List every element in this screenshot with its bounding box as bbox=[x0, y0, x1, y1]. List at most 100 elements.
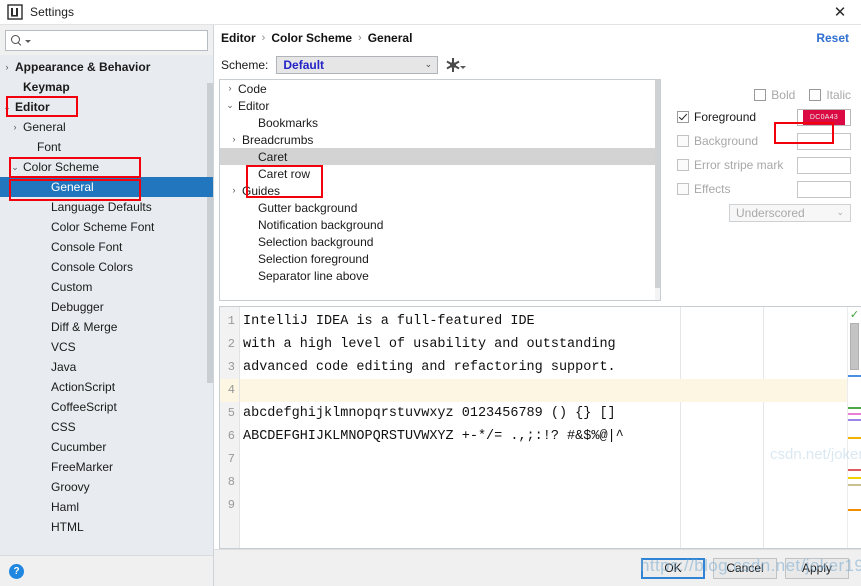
ok-button[interactable]: OK bbox=[641, 557, 705, 579]
error-stripe-marker[interactable] bbox=[848, 484, 861, 486]
sidebar-item-general[interactable]: General bbox=[0, 177, 213, 197]
breadcrumb-item[interactable]: General bbox=[368, 31, 413, 45]
help-icon[interactable]: ? bbox=[9, 563, 24, 579]
sidebar-item-editor[interactable]: ⌄ Editor bbox=[0, 97, 213, 117]
sidebar-item-color-scheme[interactable]: ⌄ Color Scheme bbox=[0, 157, 213, 177]
sidebar-item-html[interactable]: HTML bbox=[0, 517, 213, 537]
chevron-right-icon[interactable]: › bbox=[8, 122, 22, 132]
sidebar-item-label: Debugger bbox=[51, 300, 104, 314]
error-stripe-mark-checkbox[interactable] bbox=[677, 159, 689, 171]
error-stripe-marker[interactable] bbox=[848, 477, 861, 479]
attribute-item-selection-foreground[interactable]: Selection foreground bbox=[220, 250, 660, 267]
foreground-checkbox[interactable] bbox=[677, 111, 689, 123]
sidebar-item-vcs[interactable]: VCS bbox=[0, 337, 213, 357]
attribute-item-selection-background[interactable]: Selection background bbox=[220, 233, 660, 250]
sidebar-item-font[interactable]: Font bbox=[0, 137, 213, 157]
effects-checkbox[interactable] bbox=[677, 183, 689, 195]
sidebar-item-label: Groovy bbox=[51, 480, 90, 494]
attributes-tree-scrollbar[interactable] bbox=[655, 80, 660, 300]
error-stripe-marker[interactable] bbox=[848, 419, 861, 421]
background-checkbox[interactable] bbox=[677, 135, 689, 147]
error-stripe-marker[interactable] bbox=[848, 375, 861, 377]
effect-type-select[interactable]: Underscored ⌄ bbox=[729, 204, 851, 222]
sidebar-item-label: General bbox=[23, 120, 66, 134]
error-stripe-marker[interactable] bbox=[848, 407, 861, 409]
chevron-right-icon[interactable]: › bbox=[0, 62, 14, 72]
italic-checkbox-box[interactable] bbox=[809, 89, 822, 101]
error-stripe-marker[interactable] bbox=[848, 437, 861, 439]
chevron-down-icon[interactable]: ⌄ bbox=[419, 60, 437, 70]
inspection-ok-icon[interactable]: ✓ bbox=[849, 309, 860, 320]
error-stripe-marker-bar[interactable]: ✓ bbox=[847, 307, 861, 548]
close-icon[interactable]: ✕ bbox=[819, 0, 861, 24]
sidebar-item-java[interactable]: Java bbox=[0, 357, 213, 377]
sidebar-item-css[interactable]: CSS bbox=[0, 417, 213, 437]
chevron-down-icon[interactable]: ⌄ bbox=[0, 102, 14, 112]
scheme-select[interactable]: Default ⌄ bbox=[276, 56, 439, 74]
sidebar-item-diff-merge[interactable]: Diff & Merge bbox=[0, 317, 213, 337]
cancel-button[interactable]: Cancel bbox=[713, 557, 777, 579]
foreground-color-swatch[interactable]: DC0A43 bbox=[797, 108, 851, 126]
attributes-tree-scrollbar-thumb[interactable] bbox=[655, 80, 660, 288]
reset-link[interactable]: Reset bbox=[816, 31, 849, 45]
title-bar: Settings ✕ bbox=[0, 0, 861, 25]
background-color-swatch[interactable] bbox=[797, 132, 851, 150]
sidebar-item-cucumber[interactable]: Cucumber bbox=[0, 437, 213, 457]
italic-checkbox[interactable]: Italic bbox=[809, 88, 851, 102]
search-input[interactable] bbox=[31, 33, 203, 48]
attribute-item-separator-line-above[interactable]: Separator line above bbox=[220, 267, 660, 284]
sidebar-item-coffeescript[interactable]: CoffeeScript bbox=[0, 397, 213, 417]
sidebar-item-groovy[interactable]: Groovy bbox=[0, 477, 213, 497]
attribute-item-caret[interactable]: Caret bbox=[220, 148, 660, 165]
attribute-item-guides[interactable]: › Guides bbox=[220, 182, 660, 199]
error-stripe-marker[interactable] bbox=[848, 413, 861, 415]
font-style-row: Bold Italic bbox=[677, 85, 851, 105]
attribute-item-label: Editor bbox=[238, 98, 270, 113]
editor-scrollbar-thumb[interactable] bbox=[850, 323, 859, 370]
attribute-item-editor[interactable]: ⌄ Editor bbox=[220, 97, 660, 114]
sidebar-item-general[interactable]: › General bbox=[0, 117, 213, 137]
sidebar-item-actionscript[interactable]: ActionScript bbox=[0, 377, 213, 397]
effects-color-swatch[interactable] bbox=[797, 180, 851, 198]
window-title: Settings bbox=[30, 5, 75, 19]
sidebar-item-console-colors[interactable]: Console Colors bbox=[0, 257, 213, 277]
chevron-right-icon[interactable]: › bbox=[226, 186, 242, 195]
attribute-item-caret-row[interactable]: Caret row bbox=[220, 165, 660, 182]
sidebar-item-keymap[interactable]: Keymap bbox=[0, 77, 213, 97]
sidebar-item-label: HTML bbox=[51, 520, 84, 534]
sidebar-item-appearance-behavior[interactable]: › Appearance & Behavior bbox=[0, 57, 213, 77]
bold-checkbox[interactable]: Bold bbox=[754, 88, 795, 102]
breadcrumb-item[interactable]: Color Scheme bbox=[271, 31, 352, 45]
search-box[interactable] bbox=[5, 30, 208, 51]
settings-category-tree[interactable]: › Appearance & Behavior Keymap ⌄ Editor › Gene… bbox=[0, 55, 213, 555]
color-attributes-tree[interactable]: › Code ⌄ Editor Bookmarks › Breadcrumbs Caret Ca… bbox=[219, 79, 661, 301]
error-stripe-marker[interactable] bbox=[848, 509, 861, 511]
preview-editor[interactable]: 1 2 3 4 5 6 7 8 9 IntelliJ IDEA is a full-featur… bbox=[219, 306, 861, 549]
chevron-right-icon[interactable]: › bbox=[226, 135, 242, 144]
gear-icon bbox=[446, 58, 460, 72]
sidebar-item-freemarker[interactable]: FreeMarker bbox=[0, 457, 213, 477]
sidebar-item-language-defaults[interactable]: Language Defaults bbox=[0, 197, 213, 217]
breadcrumb-separator-icon: › bbox=[358, 32, 362, 44]
preview-code-area[interactable]: IntelliJ IDEA is a full-featured IDE with… bbox=[240, 307, 847, 548]
attribute-item-gutter-background[interactable]: Gutter background bbox=[220, 199, 660, 216]
chevron-down-icon[interactable]: ⌄ bbox=[8, 162, 22, 172]
sidebar-item-haml[interactable]: Haml bbox=[0, 497, 213, 517]
attribute-item-bookmarks[interactable]: Bookmarks bbox=[220, 114, 660, 131]
sidebar-item-custom[interactable]: Custom bbox=[0, 277, 213, 297]
gear-chevron-down-icon[interactable] bbox=[460, 66, 467, 69]
chevron-right-icon[interactable]: › bbox=[222, 84, 238, 93]
error-stripe-color-swatch[interactable] bbox=[797, 156, 851, 174]
breadcrumb-item[interactable]: Editor bbox=[221, 31, 256, 45]
sidebar-item-debugger[interactable]: Debugger bbox=[0, 297, 213, 317]
chevron-down-icon[interactable]: ⌄ bbox=[222, 101, 238, 110]
sidebar-item-console-font[interactable]: Console Font bbox=[0, 237, 213, 257]
attribute-item-breadcrumbs[interactable]: › Breadcrumbs bbox=[220, 131, 660, 148]
attribute-item-code[interactable]: › Code bbox=[220, 80, 660, 97]
error-stripe-marker[interactable] bbox=[848, 469, 861, 471]
apply-button[interactable]: Apply bbox=[785, 557, 849, 579]
bold-checkbox-box[interactable] bbox=[754, 89, 767, 101]
attribute-item-notification-background[interactable]: Notification background bbox=[220, 216, 660, 233]
sidebar-item-color-scheme-font[interactable]: Color Scheme Font bbox=[0, 217, 213, 237]
scheme-settings-button[interactable] bbox=[446, 58, 467, 72]
